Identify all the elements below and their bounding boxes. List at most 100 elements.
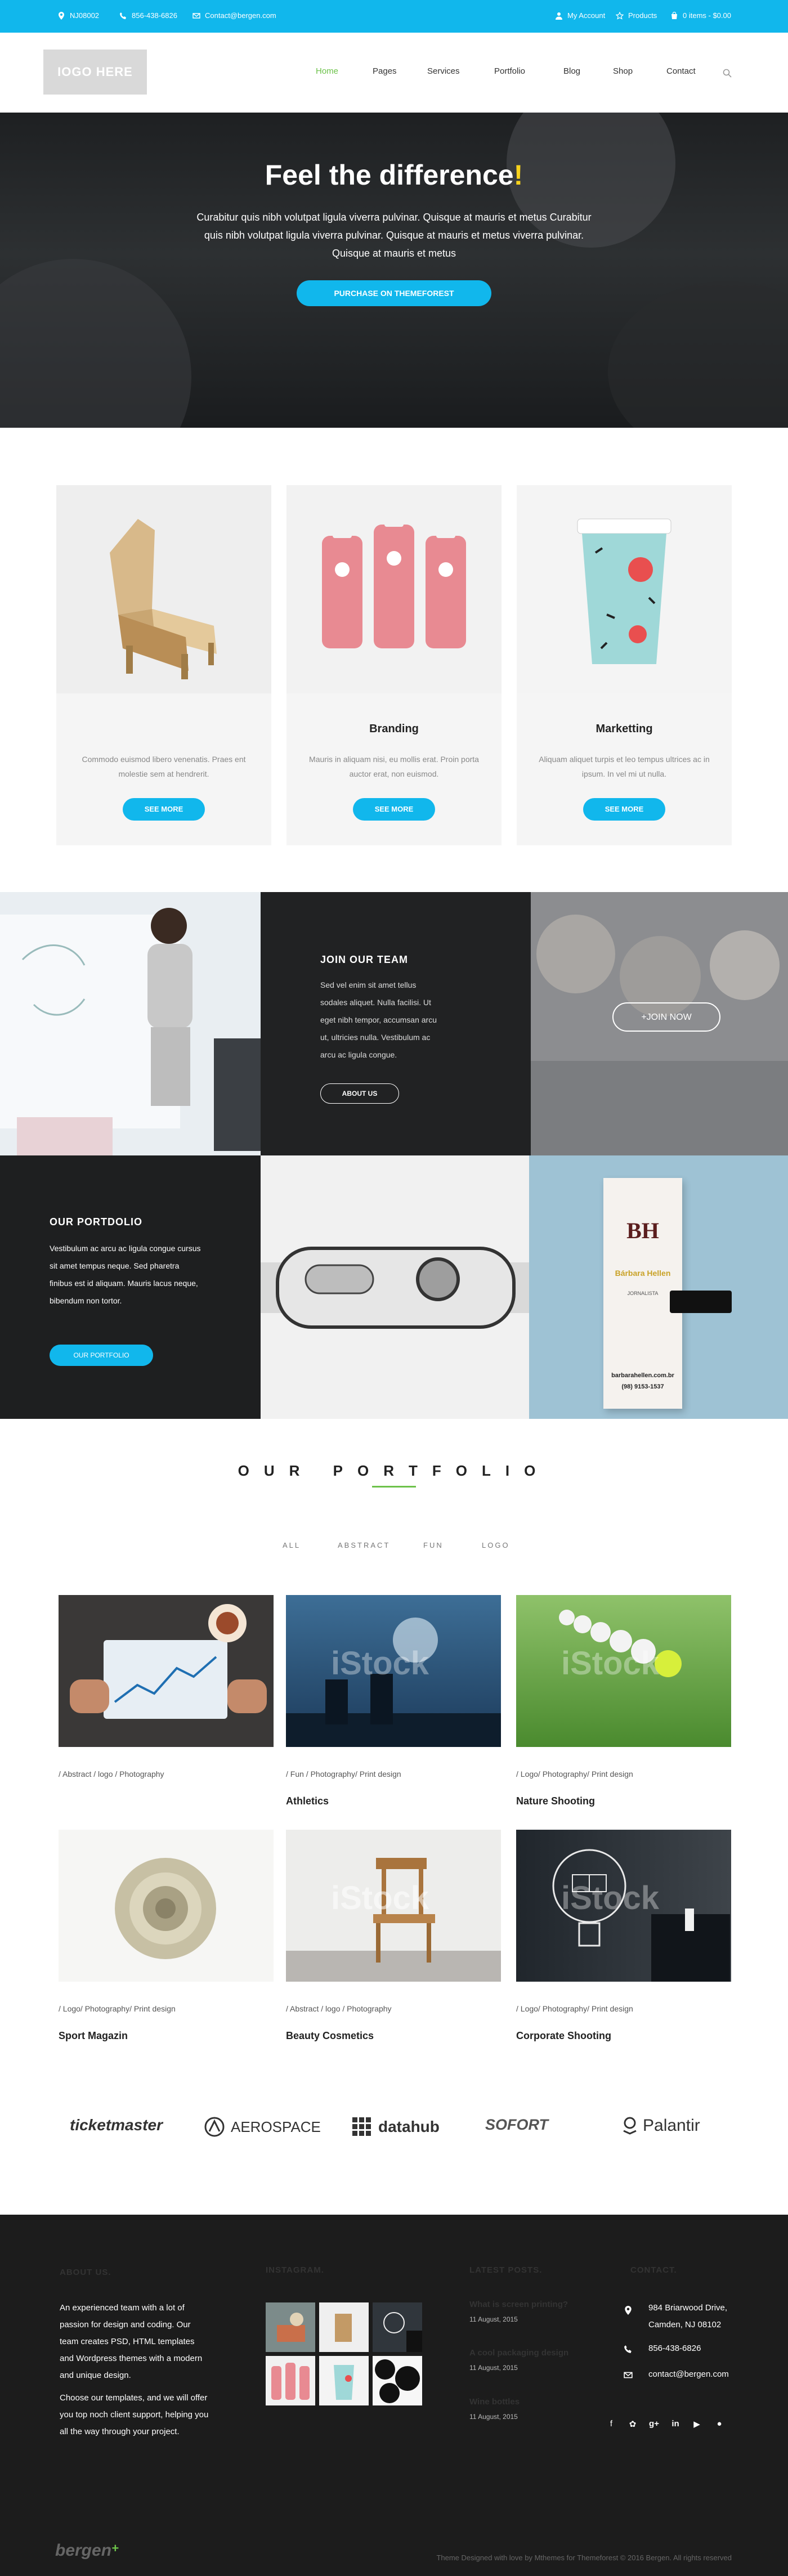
portfolio-image[interactable] bbox=[59, 1830, 274, 1982]
portfolio-item[interactable]: iStock / Logo/ Photography/ Print design… bbox=[516, 1830, 731, 2041]
footer-posts-title: LATEST POSTS. bbox=[469, 2265, 543, 2275]
cart-label[interactable]: 0 items - $0.00 bbox=[683, 11, 731, 20]
portfolio-image[interactable] bbox=[59, 1595, 274, 1747]
cup-illustration bbox=[577, 518, 671, 664]
top-bar: NJ08002 856-438-6826 Contact@bergen.com … bbox=[0, 0, 788, 33]
my-account-label[interactable]: My Account bbox=[567, 11, 605, 20]
nav-shop[interactable]: Shop bbox=[613, 66, 633, 76]
portfolio-category: / Logo/ Photography/ Print design bbox=[516, 1769, 633, 1778]
instagram-image bbox=[277, 2313, 305, 2342]
about-us-button[interactable]: ABOUT US bbox=[320, 1083, 399, 1104]
hero-text: Curabitur quis nibh volutpat ligula vive… bbox=[196, 212, 592, 259]
nav-contact[interactable]: Contact bbox=[666, 66, 696, 76]
contact-address: 984 Briarwood Drive, Camden, NJ 08102 bbox=[648, 2303, 728, 2329]
youtube-icon[interactable]: ▶ bbox=[691, 2419, 702, 2430]
google-plus-icon[interactable]: g+ bbox=[648, 2419, 660, 2430]
post-title[interactable]: Wine bottles bbox=[469, 2397, 520, 2407]
join-now-button[interactable]: +JOIN NOW bbox=[612, 1002, 720, 1032]
nav-services[interactable]: Services bbox=[427, 66, 460, 76]
portfolio-item[interactable]: / Logo/ Photography/ Print design Sport … bbox=[59, 1830, 274, 2041]
team-photo: +JOIN NOW bbox=[531, 892, 788, 1155]
location: NJ08002 bbox=[57, 11, 99, 20]
portfolio-item-title: Corporate Shooting bbox=[516, 2030, 611, 2041]
facebook-icon[interactable]: f bbox=[606, 2419, 617, 2430]
portfolio-item[interactable]: / Abstract / logo / Photography bbox=[59, 1595, 274, 1778]
products-label[interactable]: Products bbox=[628, 11, 657, 20]
watch-illustration bbox=[261, 1247, 529, 1329]
instagram-thumb[interactable] bbox=[266, 2302, 315, 2352]
portdolio-text: Vestibulum ac arcu ac ligula congue curs… bbox=[50, 1244, 201, 1305]
contact-email[interactable]: contact@bergen.com bbox=[648, 2366, 729, 2383]
join-title: JOIN OUR TEAM bbox=[320, 954, 409, 965]
card-name: Bárbara Hellen bbox=[615, 1269, 671, 1278]
purchase-button[interactable]: PURCHASE ON THEMEFOREST bbox=[297, 280, 491, 306]
envelope-icon bbox=[624, 2372, 633, 2378]
watermark: iStock bbox=[331, 1645, 429, 1682]
portfolio-item-title: Beauty Cosmetics bbox=[286, 2030, 374, 2041]
filter-abstract[interactable]: ABSTRACT bbox=[338, 1541, 390, 1549]
instagram-thumb[interactable] bbox=[319, 2302, 369, 2352]
portfolio-image[interactable]: iStock bbox=[516, 1595, 731, 1747]
instagram-thumb[interactable] bbox=[373, 2356, 422, 2405]
service-text: Mauris in aliquam nisi, eu mollis erat. … bbox=[309, 755, 479, 778]
service-title: Branding bbox=[369, 723, 419, 735]
presenter-image bbox=[0, 892, 261, 1155]
email[interactable]: Contact@bergen.com bbox=[192, 11, 276, 20]
portfolio-item-title: Athletics bbox=[286, 1795, 329, 1807]
client-logo-sofort[interactable]: SOFORT bbox=[485, 2116, 548, 2134]
footer-logo[interactable]: bergen+ bbox=[55, 2541, 119, 2560]
our-portfolio-button[interactable]: OUR PORTFOLIO bbox=[50, 1345, 153, 1366]
cup-image bbox=[517, 485, 732, 693]
post-date: 11 August, 2015 bbox=[469, 2413, 518, 2421]
hero-background-shape bbox=[0, 259, 191, 428]
chair-image bbox=[56, 485, 271, 693]
see-more-button[interactable]: SEE MORE bbox=[583, 798, 665, 821]
contact-phone: 856-438-6826 bbox=[648, 2344, 701, 2353]
my-account-link[interactable]: My Account bbox=[555, 11, 605, 20]
client-logo-datahub[interactable]: datahub bbox=[351, 2116, 440, 2138]
nav-portfolio[interactable]: Portfolio bbox=[494, 66, 525, 76]
post-title[interactable]: A cool packaging design bbox=[469, 2348, 568, 2358]
instagram-thumb[interactable] bbox=[266, 2356, 315, 2405]
phone-icon bbox=[120, 12, 126, 19]
portfolio-category: / Abstract / logo / Photography bbox=[286, 2004, 392, 2013]
client-logo-ticketmaster[interactable]: ticketmaster bbox=[70, 2116, 163, 2134]
client-logo-palantir[interactable]: Palantir bbox=[623, 2116, 700, 2135]
portfolio-title-underline bbox=[372, 1486, 416, 1488]
portfolio-item[interactable]: iStock / Fun / Photography/ Print design… bbox=[286, 1595, 501, 1807]
see-more-button[interactable]: SEE MORE bbox=[353, 798, 435, 821]
portfolio-image[interactable]: iStock bbox=[516, 1830, 731, 1982]
filter-all[interactable]: ALL bbox=[283, 1541, 301, 1549]
chair-illustration bbox=[110, 519, 217, 679]
see-more-button[interactable]: SEE MORE bbox=[123, 798, 205, 821]
palantir-icon bbox=[623, 2117, 637, 2135]
instagram-thumb[interactable] bbox=[373, 2302, 422, 2352]
portfolio-image[interactable]: iStock bbox=[286, 1595, 501, 1747]
service-card: Commodo euismod libero venenatis. Praes … bbox=[56, 485, 271, 845]
portfolio-image[interactable]: iStock bbox=[286, 1830, 501, 1982]
post-title[interactable]: What is screen printing? bbox=[469, 2300, 568, 2309]
bottles-image bbox=[286, 485, 502, 693]
filter-logo[interactable]: LOGO bbox=[482, 1541, 510, 1549]
search-icon[interactable] bbox=[723, 69, 732, 78]
cart-link[interactable]: 0 items - $0.00 bbox=[670, 11, 731, 20]
portfolio-item[interactable]: iStock / Logo/ Photography/ Print design… bbox=[516, 1595, 731, 1807]
portfolio-item[interactable]: iStock / Abstract / logo / Photography B… bbox=[286, 1830, 501, 2041]
nav-blog[interactable]: Blog bbox=[563, 66, 580, 76]
copyright: Theme Designed with love by Mthemes for … bbox=[436, 2553, 732, 2562]
instagram-thumb[interactable] bbox=[319, 2356, 369, 2405]
twitter-icon[interactable]: ✿ bbox=[627, 2419, 638, 2430]
aerospace-icon bbox=[204, 2117, 225, 2137]
join-team-panel: JOIN OUR TEAM Sed vel enim sit amet tell… bbox=[261, 892, 531, 1155]
linkedin-icon[interactable]: in bbox=[670, 2419, 681, 2430]
products-link[interactable]: Products bbox=[616, 11, 657, 20]
dribbble-icon[interactable]: ● bbox=[714, 2419, 725, 2430]
email-link[interactable]: Contact@bergen.com bbox=[205, 11, 276, 20]
instagram-image bbox=[375, 2359, 420, 2403]
logo[interactable]: IOGO HERE bbox=[43, 50, 147, 95]
hero-banner: Feel the difference! Curabitur quis nibh… bbox=[0, 113, 788, 428]
filter-fun[interactable]: FUN bbox=[423, 1541, 444, 1549]
nav-home[interactable]: Home bbox=[316, 66, 338, 76]
nav-pages[interactable]: Pages bbox=[373, 66, 397, 76]
client-logo-aerospace[interactable]: AEROSPACE bbox=[204, 2116, 321, 2138]
